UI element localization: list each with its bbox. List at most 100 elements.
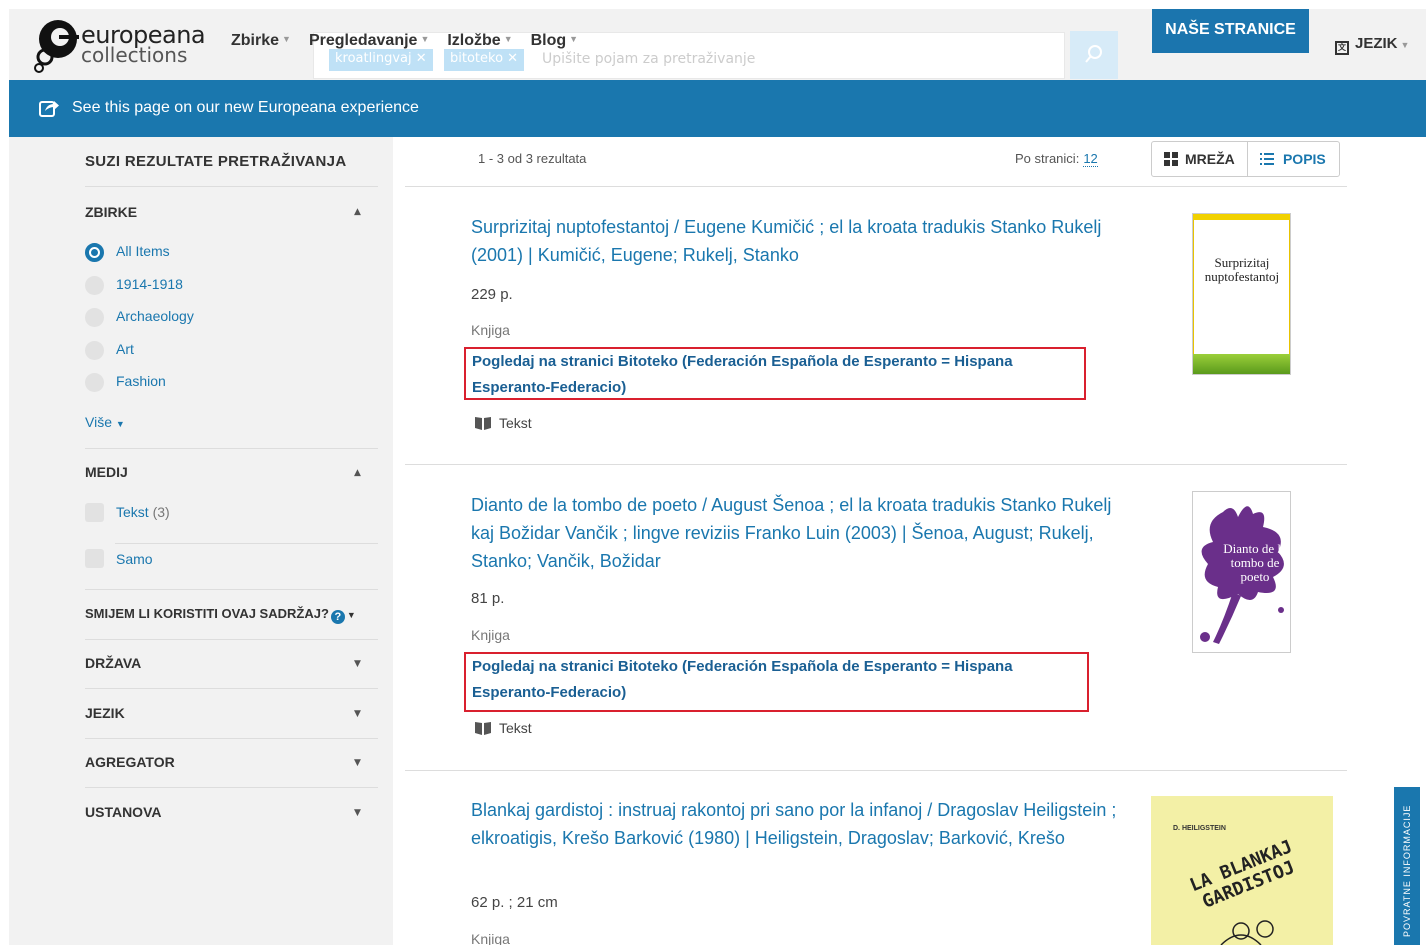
facet-media-heading[interactable]: MEDIJ (85, 464, 128, 480)
language-selector[interactable]: 文 JEZIK ▼ (1335, 35, 1409, 55)
result-provider-link[interactable]: Pogledaj na stranici Bitoteko (Federació… (472, 349, 1072, 401)
new-experience-banner[interactable]: See this page on our new Europeana exper… (9, 80, 1426, 137)
result-thumbnail[interactable]: D. HEILIGSTEIN LA BLANKAJ GARDISTOJ (1151, 796, 1333, 945)
nav-exhibitions[interactable]: Izložbe ▼ (447, 32, 512, 50)
result-type: Knjiga (471, 931, 510, 945)
result-thumbnail[interactable]: Surprizitaj nuptofestantoj (1192, 213, 1291, 375)
thumbnail-title: Dianto de la tombo de poeto (1223, 541, 1287, 584)
result-media-type: Tekst (475, 720, 532, 736)
chevron-down-icon: ▼ (1400, 40, 1410, 50)
facet-rights-heading[interactable]: SMIJEM LI KORISTITI OVAJ SADRŽAJ?? ▼ (85, 606, 356, 624)
facet-option-text[interactable]: Tekst (3) (116, 504, 170, 520)
chevron-down-icon[interactable]: ▼ (354, 758, 361, 768)
result-title[interactable]: Surprizitaj nuptofestantoj / Eugene Kumi… (471, 213, 1131, 269)
logo-wordmark: europeana (81, 21, 206, 49)
facet-option-only[interactable]: Samo (116, 551, 153, 567)
help-icon[interactable]: ? (330, 610, 345, 624)
filter-sidebar: SUZI REZULTATE PRETRAŽIVANJA ZBIRKE ▲ Al… (9, 137, 393, 945)
thumbnail-title: Surprizitaj nuptofestantoj (1204, 255, 1280, 284)
facet-language-heading[interactable]: JEZIK (85, 705, 125, 721)
search-pill[interactable]: kroatlingvaj ✕ (329, 49, 433, 71)
europeana-logo[interactable]: europeana collections (33, 17, 206, 73)
facet-aggregator-heading[interactable]: AGREGATOR (85, 754, 175, 770)
top-header: europeana collections kroatlingvaj ✕ bit… (9, 9, 1426, 80)
facet-option-all-items[interactable]: All Items (116, 243, 170, 259)
book-icon (475, 417, 491, 430)
divider (85, 448, 378, 449)
nav-browse[interactable]: Pregledavanje ▼ (309, 32, 429, 50)
logo-subtitle: collections (81, 43, 188, 67)
feedback-tab[interactable]: POVRATNE INFORMACIJE (1394, 787, 1420, 945)
result-extent: 62 p. ; 21 cm (471, 894, 558, 911)
nav-blog[interactable]: Blog ▼ (531, 32, 578, 50)
chevron-down-icon: ▼ (282, 34, 291, 44)
chevron-down-icon[interactable]: ▼ (354, 659, 361, 669)
divider (85, 639, 378, 640)
feedback-label: POVRATNE INFORMACIJE (1402, 804, 1412, 937)
chevron-down-icon: ▼ (346, 610, 356, 620)
chevron-down-icon[interactable]: ▼ (354, 709, 361, 719)
main-nav: Zbirke ▼ Pregledavanje ▼ Izložbe ▼ Blog ▼ (231, 32, 578, 50)
per-page-value[interactable]: 12 (1083, 151, 1098, 167)
divider (405, 186, 1347, 187)
facet-collections-heading[interactable]: ZBIRKE (85, 204, 137, 220)
result-extent: 229 p. (471, 286, 513, 303)
result-media-type: Tekst (475, 415, 532, 431)
divider (405, 464, 1347, 465)
result-title[interactable]: Blankaj gardistoj : instruaj rakontoj pr… (471, 796, 1131, 852)
our-pages-button[interactable]: NAŠE STRANICE (1152, 9, 1309, 53)
list-view-button[interactable]: POPIS (1248, 142, 1339, 176)
search-pill[interactable]: bitoteko ✕ (444, 49, 525, 71)
chevron-up-icon[interactable]: ▲ (354, 207, 361, 217)
radio-all-items[interactable] (85, 243, 104, 262)
chevron-down-icon[interactable]: ▼ (354, 808, 361, 818)
chevron-down-icon: ▼ (569, 34, 579, 44)
chevron-up-icon[interactable]: ▲ (354, 468, 361, 478)
share-icon (39, 101, 59, 117)
result-extent: 81 p. (471, 590, 505, 607)
facet-option-1914-1918[interactable]: 1914-1918 (116, 276, 183, 292)
divider (85, 186, 378, 187)
grid-icon (1164, 152, 1178, 166)
language-icon: 文 (1335, 41, 1349, 55)
thumbnail-author: D. HEILIGSTEIN (1173, 825, 1226, 832)
facet-institution-heading[interactable]: USTANOVA (85, 804, 161, 820)
chevron-down-icon: ▼ (420, 34, 430, 44)
facet-country-heading[interactable]: DRŽAVA (85, 655, 141, 671)
result-type: Knjiga (471, 322, 510, 338)
result-title[interactable]: Dianto de la tombo de poeto / August Šen… (471, 491, 1131, 575)
search-placeholder: Upišite pojam za pretraživanje (542, 51, 756, 67)
figures-illustration (1220, 920, 1274, 945)
facet-option-fashion[interactable]: Fashion (116, 373, 166, 389)
result-type: Knjiga (471, 627, 510, 643)
radio-art[interactable] (85, 341, 104, 360)
divider (405, 770, 1347, 771)
radio-1914-1918[interactable] (85, 276, 104, 295)
view-toggle: MREŽA POPIS (1151, 141, 1340, 177)
facet-option-art[interactable]: Art (116, 341, 134, 357)
list-icon (1259, 153, 1274, 165)
result-provider-link[interactable]: Pogledaj na stranici Bitoteko (Federació… (472, 654, 1072, 706)
search-icon (1085, 45, 1102, 63)
more-collections-link[interactable]: Više ▼ (85, 414, 125, 430)
divider (115, 543, 378, 544)
divider (85, 688, 378, 689)
search-button[interactable] (1070, 31, 1118, 79)
banner-text[interactable]: See this page on our new Europeana exper… (72, 99, 419, 117)
results-count: 1 - 3 od 3 rezultata (478, 151, 587, 166)
radio-archaeology[interactable] (85, 308, 104, 327)
divider (85, 738, 378, 739)
per-page-selector[interactable]: Po stranici: 12 (1015, 151, 1098, 167)
caret-down-icon: ▼ (115, 419, 125, 429)
grid-view-button[interactable]: MREŽA (1152, 142, 1248, 176)
checkbox-text[interactable] (85, 503, 104, 522)
checkbox-only[interactable] (85, 549, 104, 568)
book-icon (475, 722, 491, 735)
divider (85, 787, 378, 788)
sidebar-title: SUZI REZULTATE PRETRAŽIVANJA (85, 153, 347, 170)
radio-fashion[interactable] (85, 373, 104, 392)
divider (85, 589, 378, 590)
nav-collections[interactable]: Zbirke ▼ (231, 32, 291, 50)
facet-option-archaeology[interactable]: Archaeology (116, 308, 194, 324)
result-thumbnail[interactable]: Dianto de la tombo de poeto (1192, 491, 1291, 653)
